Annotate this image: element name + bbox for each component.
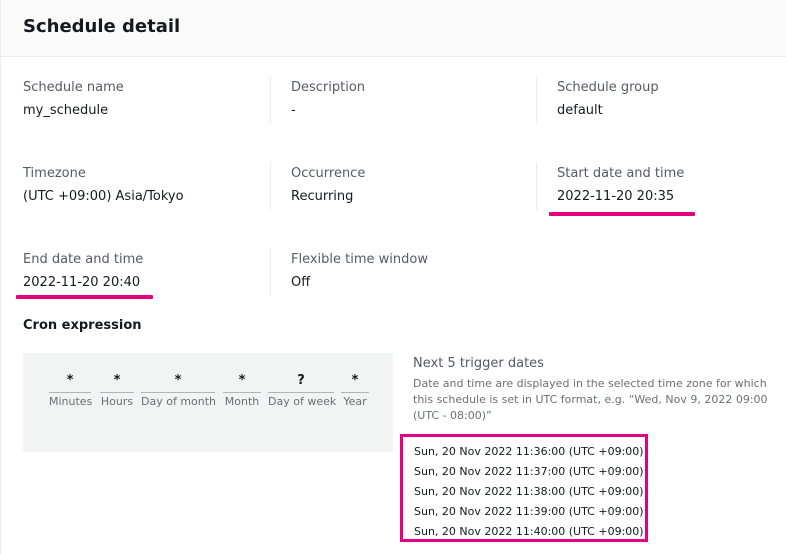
cron-day-of-week-value: ?	[268, 373, 334, 393]
cron-hours: * Hours	[100, 373, 134, 408]
schedule-group-label: Schedule group	[557, 80, 659, 95]
cron-month: * Month	[223, 373, 261, 408]
cron-minutes: * Minutes	[49, 373, 93, 408]
trigger-date-item: Sun, 20 Nov 2022 11:36:00 (UTC +09:00)	[414, 445, 644, 458]
trigger-dates-highlight-box: Sun, 20 Nov 2022 11:36:00 (UTC +09:00) S…	[400, 434, 648, 542]
start-highlight-underline	[549, 212, 695, 216]
timezone-value: (UTC +09:00) Asia/Tokyo	[23, 189, 184, 204]
divider	[270, 162, 271, 210]
occurrence-field: Occurrence Recurring	[291, 166, 365, 204]
cron-day-of-month-value: *	[141, 373, 215, 393]
cron-year-value: *	[341, 373, 369, 393]
cron-hours-value: *	[100, 373, 134, 393]
panel-header: Schedule detail	[1, 0, 786, 57]
cron-month-value: *	[223, 373, 261, 393]
trigger-date-item: Sun, 20 Nov 2022 11:37:00 (UTC +09:00)	[414, 465, 644, 478]
cron-day-of-week-label: Day of week	[268, 395, 337, 408]
description-field: Description -	[291, 80, 365, 118]
end-highlight-underline	[16, 295, 153, 299]
divider	[270, 76, 271, 124]
trigger-date-item: Sun, 20 Nov 2022 11:38:00 (UTC +09:00)	[414, 485, 644, 498]
start-datetime-label: Start date and time	[557, 166, 685, 181]
description-label: Description	[291, 80, 366, 95]
cron-expression-title: Cron expression	[23, 318, 142, 333]
start-datetime-value: 2022-11-20 20:35	[557, 189, 675, 204]
timezone-label: Timezone	[23, 166, 86, 181]
trigger-date-item: Sun, 20 Nov 2022 11:40:00 (UTC +09:00)	[414, 525, 644, 538]
schedule-name-field: Schedule name my_schedule	[23, 80, 124, 118]
description-value: -	[291, 103, 296, 118]
schedule-detail-panel: Schedule detail Schedule name my_schedul…	[0, 0, 786, 554]
cron-minutes-label: Minutes	[49, 395, 93, 408]
panel-title: Schedule detail	[23, 16, 181, 37]
end-datetime-field: End date and time 2022-11-20 20:40	[23, 252, 143, 290]
cron-expression-box: * Minutes * Hours * Day of month * Month…	[23, 353, 393, 452]
flexible-window-value: Off	[291, 275, 311, 290]
start-datetime-field: Start date and time 2022-11-20 20:35	[557, 166, 684, 204]
trigger-date-item: Sun, 20 Nov 2022 11:39:00 (UTC +09:00)	[414, 505, 644, 518]
cron-day-of-month-label: Day of month	[141, 395, 217, 408]
end-datetime-value: 2022-11-20 20:40	[23, 275, 141, 290]
divider	[536, 162, 537, 210]
cron-minutes-value: *	[49, 373, 91, 393]
schedule-group-value: default	[557, 103, 603, 118]
divider	[536, 76, 537, 124]
occurrence-value: Recurring	[291, 189, 354, 204]
end-datetime-label: End date and time	[23, 252, 144, 267]
flexible-window-field: Flexible time window Off	[291, 252, 428, 290]
cron-day-of-month: * Day of month	[141, 373, 217, 408]
flexible-window-label: Flexible time window	[291, 252, 428, 267]
divider	[270, 248, 271, 296]
occurrence-label: Occurrence	[291, 166, 366, 181]
next-trigger-dates-description: Date and time are displayed in the selec…	[413, 377, 768, 422]
cron-year-label: Year	[343, 395, 367, 408]
cron-hours-label: Hours	[100, 395, 134, 408]
cron-year: * Year	[341, 373, 369, 408]
next-trigger-dates-title: Next 5 trigger dates	[413, 356, 544, 371]
schedule-name-value: my_schedule	[23, 103, 109, 118]
timezone-field: Timezone (UTC +09:00) Asia/Tokyo	[23, 166, 184, 204]
cron-month-label: Month	[224, 395, 260, 408]
schedule-group-field: Schedule group default	[557, 80, 659, 118]
cron-day-of-week: ? Day of week	[268, 373, 337, 408]
schedule-name-label: Schedule name	[23, 80, 124, 95]
